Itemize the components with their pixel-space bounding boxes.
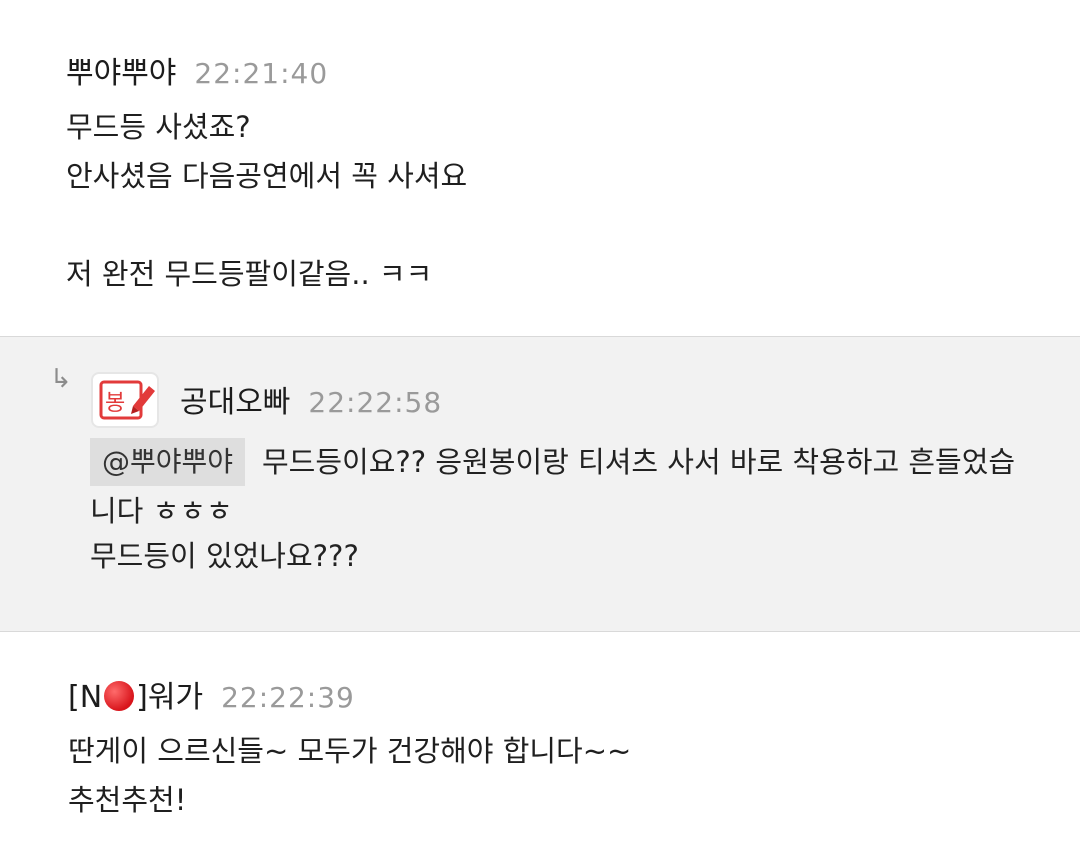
comment-text: 무드등 사셨죠? 안사셨음 다음공연에서 꼭 사셔요 저 완전 무드등팔이같음.… bbox=[66, 110, 468, 291]
comment-time: 22:22:58 bbox=[308, 386, 443, 419]
author-suffix: ]워가 bbox=[136, 680, 204, 715]
comment-1-header: 뿌야뿌야 22:21:40 bbox=[66, 48, 328, 92]
comment-time: 22:21:40 bbox=[194, 57, 329, 90]
reply-arrow-icon: ↳ bbox=[50, 364, 72, 394]
avatar-pencil-icon: 봉 bbox=[99, 380, 155, 420]
comment-time: 22:22:39 bbox=[221, 681, 355, 714]
comment-2-header: 공대오빠 22:22:58 bbox=[180, 377, 442, 421]
red-circle-icon bbox=[104, 681, 135, 711]
mention-tag[interactable]: @뿌야뿌야 bbox=[90, 438, 246, 486]
avatar[interactable]: 봉 bbox=[91, 372, 159, 428]
author-prefix: [N bbox=[68, 680, 103, 715]
avatar-text: 봉 bbox=[105, 391, 125, 416]
comment-author[interactable]: 공대오빠 bbox=[180, 377, 290, 421]
comment-author[interactable]: 뿌야뿌야 bbox=[66, 48, 176, 92]
comment-text-line: 니다 ㅎㅎㅎ bbox=[90, 494, 233, 528]
comment-author[interactable]: [N ]워가 bbox=[68, 672, 203, 716]
comment-text-line: 무드등이요?? 응원봉이랑 티셔츠 사서 바로 착용하고 흔들었습 bbox=[262, 445, 1016, 479]
comment-3-header: [N ]워가 22:22:39 bbox=[68, 672, 355, 716]
comment-text: 딴게이 으르신들~ 모두가 건강해야 합니다~~ 추천추천! bbox=[68, 734, 632, 817]
comment-text-line: 무드등이 있었나요??? bbox=[90, 539, 359, 573]
